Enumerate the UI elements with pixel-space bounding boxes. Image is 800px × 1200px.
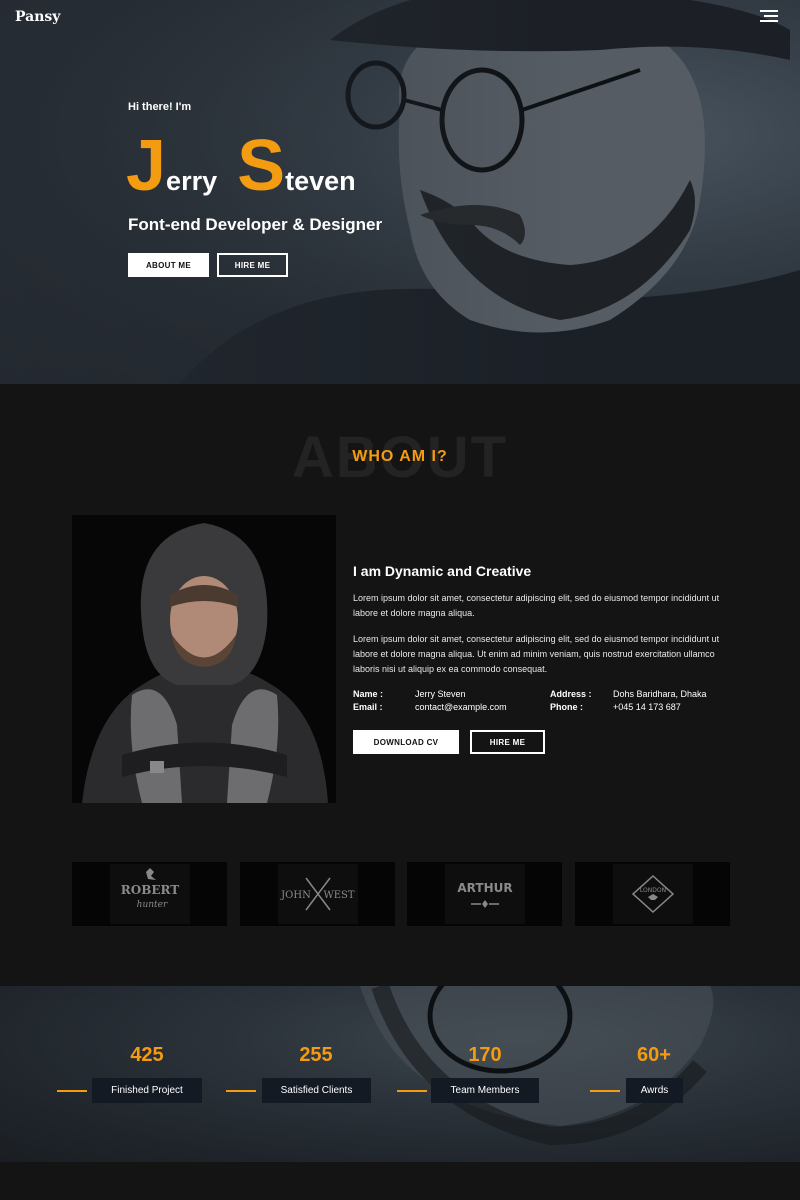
about-hire-me-button[interactable]: HIRE ME — [470, 730, 545, 754]
stat-accent-line-4 — [590, 1090, 620, 1092]
client-logo-arthur[interactable]: ARTHUR — [407, 862, 562, 926]
hero-overlay — [0, 0, 800, 384]
stat-label-awards: Awrds — [626, 1078, 683, 1103]
hero-name: Jerry Steven — [126, 130, 356, 210]
stat-accent-line-3 — [397, 1090, 427, 1092]
about-portrait-image — [72, 515, 336, 803]
about-title: I am Dynamic and Creative — [353, 563, 532, 579]
stat-number-projects: 425 — [130, 1044, 164, 1066]
phone-label: Phone : — [550, 702, 583, 712]
about-section: ABOUT WHO AM I? I am Dynamic and Creativ… — [0, 384, 800, 986]
arthur-logo-icon: ARTHUR — [457, 881, 513, 908]
stat-accent-line-2 — [226, 1090, 256, 1092]
download-cv-button[interactable]: DOWNLOAD CV — [353, 730, 459, 754]
stat-label-projects: Finished Project — [92, 1078, 202, 1103]
stats-section: 425 Finished Project 255 Satisfied Clien… — [0, 986, 800, 1162]
about-heading: WHO AM I? — [352, 448, 448, 465]
about-paragraph-1: Lorem ipsum dolor sit amet, consectetur … — [353, 593, 720, 618]
footer-strip — [0, 1162, 800, 1200]
robert-hunter-logo-icon: ROBERT hunter — [121, 868, 179, 910]
stat-label-clients: Satisfied Clients — [262, 1078, 371, 1103]
hero-subtitle: Font-end Developer & Designer — [128, 215, 383, 234]
last-initial: S — [237, 126, 286, 206]
hero-hire-me-button[interactable]: HIRE ME — [217, 253, 288, 277]
last-name-rest: teven — [285, 166, 356, 196]
stats-background-image — [360, 986, 714, 1146]
site-logo[interactable]: Pansy — [15, 9, 60, 25]
london-text: LONDON — [640, 887, 666, 894]
stat-accent-line-1 — [57, 1090, 87, 1092]
email-label: Email : — [353, 702, 383, 712]
hunter-text: hunter — [137, 900, 168, 910]
stat-number-team: 170 — [468, 1044, 502, 1066]
client-logo-london[interactable]: LONDON — [575, 862, 730, 926]
client-logo-john-west[interactable]: JOHN WEST — [240, 862, 395, 926]
address-value: Dohs Baridhara, Dhaka — [613, 689, 707, 699]
about-paragraph-2: Lorem ipsum dolor sit amet, consectetur … — [353, 634, 720, 674]
hero-section: Pansy Hi there! I'm Jerry Steven Font-end… — [0, 0, 800, 384]
john-text: JOHN — [280, 890, 311, 901]
robert-text: ROBERT — [121, 883, 179, 897]
about-me-button[interactable]: ABOUT ME — [128, 253, 209, 277]
hamburger-menu-icon[interactable] — [760, 10, 778, 22]
client-logo-robert-hunter[interactable]: ROBERT hunter — [72, 862, 227, 926]
email-value[interactable]: contact@example.com — [415, 702, 507, 712]
stat-number-awards: 60+ — [637, 1044, 671, 1066]
london-logo-icon: LONDON — [631, 874, 675, 914]
west-text: WEST — [323, 890, 354, 901]
first-initial: J — [126, 126, 167, 206]
client-logos: ROBERT hunter JOHN WEST ARTHUR LONDON — [72, 862, 730, 926]
first-name-rest: erry — [166, 166, 218, 196]
name-value: Jerry Steven — [415, 689, 466, 699]
john-west-logo-icon: JOHN WEST — [280, 877, 355, 911]
stat-label-team: Team Members — [431, 1078, 539, 1103]
arthur-text: ARTHUR — [457, 881, 512, 895]
hero-greeting: Hi there! I'm — [128, 101, 192, 113]
phone-value: +045 14 173 687 — [613, 702, 681, 712]
address-label: Address : — [550, 689, 592, 699]
stat-number-clients: 255 — [299, 1044, 333, 1066]
name-label: Name : — [353, 689, 384, 699]
